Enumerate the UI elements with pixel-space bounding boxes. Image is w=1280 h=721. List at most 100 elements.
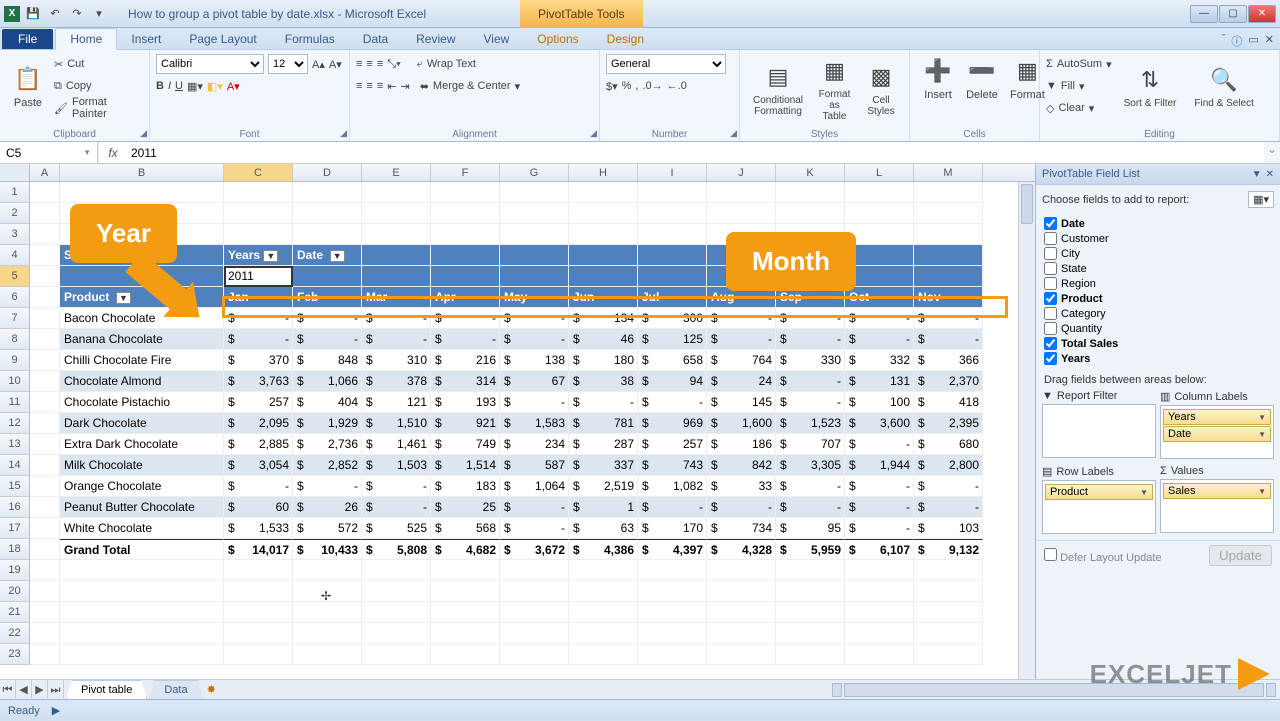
help-icon[interactable]: ⓘ bbox=[1231, 33, 1242, 49]
cell[interactable] bbox=[30, 266, 60, 287]
cell[interactable]: $180 bbox=[569, 350, 638, 371]
cell[interactable]: $1,533 bbox=[224, 518, 293, 539]
cell[interactable]: $138 bbox=[500, 350, 569, 371]
cell[interactable]: $- bbox=[845, 518, 914, 539]
row-header[interactable]: 16 bbox=[0, 497, 30, 518]
indent-inc-icon[interactable]: ⇥ bbox=[400, 80, 409, 93]
cell[interactable]: $- bbox=[500, 308, 569, 329]
copy-icon[interactable]: ⧉ bbox=[54, 80, 62, 93]
cell[interactable] bbox=[30, 518, 60, 539]
row-header[interactable]: 11 bbox=[0, 392, 30, 413]
field-list-dropdown-icon[interactable]: ▼ bbox=[1252, 169, 1262, 180]
cell[interactable] bbox=[500, 245, 569, 266]
cell[interactable]: $525 bbox=[362, 518, 431, 539]
cell[interactable] bbox=[30, 434, 60, 455]
cell[interactable]: Milk Chocolate bbox=[60, 455, 224, 476]
cell[interactable]: $1,082 bbox=[638, 476, 707, 497]
vertical-scrollbar[interactable] bbox=[1018, 182, 1035, 679]
dec-decimal-icon[interactable]: ←.0 bbox=[667, 80, 687, 92]
cell[interactable] bbox=[293, 224, 362, 245]
cell[interactable]: $26 bbox=[293, 497, 362, 518]
cell[interactable] bbox=[30, 287, 60, 308]
cell[interactable]: $2,370 bbox=[914, 371, 983, 392]
cell[interactable]: $- bbox=[914, 476, 983, 497]
row-header[interactable]: 19 bbox=[0, 560, 30, 581]
cell-styles-button[interactable]: ▩Cell Styles bbox=[859, 53, 903, 124]
cell[interactable] bbox=[707, 644, 776, 665]
cell[interactable] bbox=[293, 581, 362, 602]
row-header[interactable]: 23 bbox=[0, 644, 30, 665]
currency-icon[interactable]: $▾ bbox=[606, 80, 618, 93]
orientation-icon[interactable]: ⤡▾ bbox=[387, 58, 400, 71]
cell[interactable] bbox=[362, 245, 431, 266]
cell[interactable]: $24 bbox=[707, 371, 776, 392]
cell[interactable]: $568 bbox=[431, 518, 500, 539]
row-header[interactable]: 14 bbox=[0, 455, 30, 476]
font-name-select[interactable]: Calibri bbox=[156, 54, 264, 74]
cell[interactable] bbox=[500, 182, 569, 203]
area-item-dropdown-icon[interactable]: ▼ bbox=[1258, 487, 1266, 496]
cell[interactable]: $4,397 bbox=[638, 539, 707, 560]
cell[interactable] bbox=[638, 266, 707, 287]
font-color-button[interactable]: A▾ bbox=[227, 80, 240, 93]
field-checkbox[interactable] bbox=[1044, 262, 1057, 275]
tab-page-layout[interactable]: Page Layout bbox=[175, 29, 270, 49]
cell[interactable]: $1,944 bbox=[845, 455, 914, 476]
cell[interactable] bbox=[362, 182, 431, 203]
column-header[interactable]: D bbox=[293, 164, 362, 181]
cell[interactable]: $257 bbox=[224, 392, 293, 413]
name-box[interactable]: C5▼ bbox=[0, 142, 98, 163]
row-header[interactable]: 9 bbox=[0, 350, 30, 371]
cell[interactable] bbox=[638, 182, 707, 203]
cell[interactable]: $764 bbox=[707, 350, 776, 371]
cell[interactable]: $- bbox=[914, 329, 983, 350]
cell[interactable]: $680 bbox=[914, 434, 983, 455]
column-labels-box[interactable]: Years▼Date▼ bbox=[1160, 405, 1274, 459]
column-header[interactable]: C bbox=[224, 164, 293, 181]
cell[interactable] bbox=[431, 182, 500, 203]
cell[interactable]: $5,959 bbox=[776, 539, 845, 560]
font-size-select[interactable]: 12 bbox=[268, 54, 308, 74]
formula-expand-icon[interactable]: ⌄ bbox=[1264, 142, 1280, 163]
cell[interactable] bbox=[914, 182, 983, 203]
cell[interactable]: $- bbox=[707, 497, 776, 518]
cell[interactable]: $3,600 bbox=[845, 413, 914, 434]
row-header[interactable]: 15 bbox=[0, 476, 30, 497]
cell[interactable]: Oct bbox=[845, 287, 914, 308]
cell[interactable] bbox=[30, 350, 60, 371]
cell[interactable]: 2011 bbox=[224, 266, 293, 287]
field-list-item[interactable]: Region bbox=[1044, 276, 1272, 291]
cell[interactable] bbox=[845, 602, 914, 623]
cell[interactable]: $749 bbox=[431, 434, 500, 455]
cell[interactable]: $3,763 bbox=[224, 371, 293, 392]
cell[interactable]: $- bbox=[500, 392, 569, 413]
cell[interactable]: $67 bbox=[500, 371, 569, 392]
cell[interactable]: $4,328 bbox=[707, 539, 776, 560]
bold-button[interactable]: B bbox=[156, 80, 164, 92]
cell[interactable]: $14,017 bbox=[224, 539, 293, 560]
field-checkbox[interactable] bbox=[1044, 307, 1057, 320]
sort-filter-button[interactable]: ⇅Sort & Filter bbox=[1118, 53, 1183, 119]
defer-layout-checkbox[interactable]: Defer Layout Update bbox=[1044, 548, 1162, 564]
field-list-item[interactable]: Quantity bbox=[1044, 321, 1272, 336]
row-header[interactable]: 13 bbox=[0, 434, 30, 455]
cell[interactable]: $38 bbox=[569, 371, 638, 392]
cell[interactable]: $2,885 bbox=[224, 434, 293, 455]
area-item-dropdown-icon[interactable]: ▼ bbox=[1258, 430, 1266, 439]
cell[interactable] bbox=[707, 602, 776, 623]
cell[interactable]: $- bbox=[707, 308, 776, 329]
underline-button[interactable]: U bbox=[175, 80, 183, 92]
cell[interactable] bbox=[224, 224, 293, 245]
cell[interactable]: $3,054 bbox=[224, 455, 293, 476]
cell[interactable]: $- bbox=[776, 392, 845, 413]
window-close-icon[interactable]: ✕ bbox=[1265, 33, 1274, 49]
cell[interactable]: $216 bbox=[431, 350, 500, 371]
cell[interactable]: $- bbox=[293, 476, 362, 497]
row-header[interactable]: 8 bbox=[0, 329, 30, 350]
cell[interactable] bbox=[60, 602, 224, 623]
cell[interactable]: $- bbox=[362, 476, 431, 497]
cell[interactable]: $734 bbox=[707, 518, 776, 539]
cell[interactable] bbox=[293, 266, 362, 287]
cell[interactable] bbox=[362, 266, 431, 287]
column-header[interactable]: H bbox=[569, 164, 638, 181]
